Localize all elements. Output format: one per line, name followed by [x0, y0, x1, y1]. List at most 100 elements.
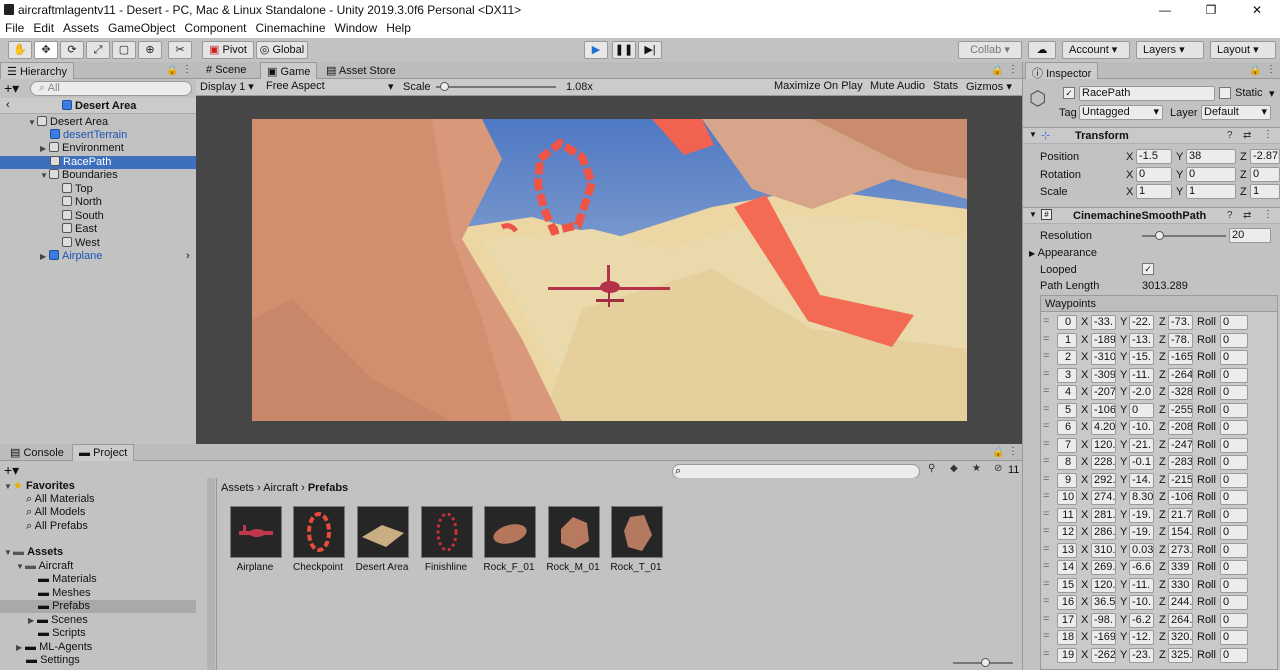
hierarchy-search-input[interactable]: ⌕ All: [30, 81, 192, 96]
waypoint-row[interactable]: = 11 X 281. Y -19. Z 21.7 Roll 0: [1023, 507, 1280, 524]
waypoint-x-field[interactable]: -106: [1091, 402, 1116, 418]
drag-handle-icon[interactable]: =: [1043, 438, 1049, 450]
menu-component[interactable]: Component: [179, 20, 250, 35]
waypoint-x-field[interactable]: -33.: [1091, 315, 1116, 330]
waypoint-roll-field[interactable]: 0: [1220, 332, 1248, 348]
tree-settings[interactable]: ▬ Settings: [0, 654, 196, 667]
waypoint-z-field[interactable]: -247: [1168, 437, 1193, 453]
account-dropdown[interactable]: Account ▾: [1062, 41, 1130, 59]
scale-slider[interactable]: [436, 86, 556, 88]
drag-handle-icon[interactable]: =: [1043, 490, 1049, 502]
rotation-y-field[interactable]: 0: [1186, 167, 1236, 182]
scale-x-field[interactable]: 1: [1136, 184, 1172, 199]
waypoint-z-field[interactable]: 330: [1168, 577, 1193, 593]
favorite-star-icon[interactable]: ★: [972, 463, 981, 474]
waypoint-row[interactable]: = 0 X -33. Y -22. Z -73. Roll 0: [1023, 314, 1280, 331]
gizmos-dropdown[interactable]: Gizmos ▾: [966, 80, 1012, 93]
waypoint-z-field[interactable]: -255: [1168, 402, 1193, 418]
tree-prefabs[interactable]: ▬ Prefabs: [0, 600, 196, 613]
expand-arrow-icon[interactable]: ▶: [40, 250, 49, 263]
waypoint-roll-field[interactable]: 0: [1220, 350, 1248, 365]
resolution-field[interactable]: 20: [1229, 228, 1271, 243]
menu-window[interactable]: Window: [330, 20, 382, 35]
expand-arrow-icon[interactable]: ▶: [1029, 249, 1035, 258]
waypoint-row[interactable]: = 1 X -189 Y -13. Z -78. Roll 0: [1023, 332, 1280, 349]
maximize-button[interactable]: ❐: [1188, 0, 1234, 20]
preset-icon[interactable]: ⇄: [1243, 210, 1251, 221]
object-name-input[interactable]: RacePath: [1079, 86, 1215, 101]
waypoint-x-field[interactable]: -98.: [1091, 612, 1116, 628]
waypoint-x-field[interactable]: -262: [1091, 647, 1116, 663]
waypoint-z-field[interactable]: -264: [1168, 367, 1193, 383]
prefab-thumb-desert-area[interactable]: [357, 506, 409, 558]
menu-icon[interactable]: ⋮: [1008, 446, 1018, 457]
tree-meshes[interactable]: ▬ Meshes: [0, 587, 196, 600]
menu-icon[interactable]: ⋮: [1008, 64, 1018, 75]
lock-icon[interactable]: 🔒: [991, 65, 1003, 76]
layer-dropdown[interactable]: Default ▾: [1201, 105, 1271, 120]
tree-scenes[interactable]: ▶ ▬ Scenes: [0, 614, 196, 627]
close-button[interactable]: ✕: [1234, 0, 1280, 20]
step-button[interactable]: ▶|: [638, 41, 662, 59]
tree-all-materials[interactable]: ⌕ All Materials: [0, 493, 196, 506]
drag-handle-icon[interactable]: =: [1043, 315, 1049, 327]
tag-dropdown[interactable]: Untagged ▾: [1079, 105, 1163, 120]
position-y-field[interactable]: 38: [1186, 149, 1236, 164]
drag-handle-icon[interactable]: =: [1043, 630, 1049, 642]
expand-arrow-icon[interactable]: ▼: [28, 116, 37, 129]
waypoint-roll-field[interactable]: 0: [1220, 402, 1248, 418]
static-dropdown[interactable]: ▾: [1269, 87, 1275, 100]
waypoint-roll-field[interactable]: 0: [1220, 560, 1248, 575]
position-z-field[interactable]: -2.875: [1250, 149, 1280, 164]
waypoint-roll-field[interactable]: 0: [1220, 420, 1248, 435]
chevron-right-icon[interactable]: ›: [186, 250, 190, 263]
waypoint-x-field[interactable]: 274.: [1091, 490, 1116, 505]
active-checkbox[interactable]: ✓: [1063, 87, 1075, 99]
tree-item-south[interactable]: South: [0, 210, 196, 223]
rotate-tool-icon[interactable]: ⟳: [60, 41, 84, 59]
waypoint-x-field[interactable]: -169: [1091, 630, 1116, 645]
maximize-on-play-toggle[interactable]: Maximize On Play: [774, 80, 863, 92]
tree-item-north[interactable]: North: [0, 196, 196, 209]
waypoint-z-field[interactable]: -78.: [1168, 332, 1193, 348]
scale-tool-icon[interactable]: ⤢: [86, 41, 110, 59]
expand-arrow-icon[interactable]: ▼: [4, 546, 13, 559]
tree-scripts[interactable]: ▬ Scripts: [0, 627, 196, 640]
waypoint-z-field[interactable]: 320.: [1168, 630, 1193, 645]
waypoint-roll-field[interactable]: 0: [1220, 490, 1248, 505]
waypoint-y-field[interactable]: 0: [1129, 402, 1154, 418]
help-icon[interactable]: ?: [1227, 130, 1233, 141]
layers-dropdown[interactable]: Layers ▾: [1136, 41, 1204, 59]
scale-z-field[interactable]: 1: [1250, 184, 1280, 199]
menu-icon[interactable]: ⋮: [182, 64, 192, 75]
waypoint-roll-field[interactable]: 0: [1220, 472, 1248, 488]
drag-handle-icon[interactable]: =: [1043, 455, 1049, 467]
tab-game[interactable]: ▣ Game: [260, 62, 318, 79]
drag-handle-icon[interactable]: =: [1043, 473, 1049, 485]
scale-slider-thumb[interactable]: [440, 82, 449, 91]
expand-arrow-icon[interactable]: ▼: [40, 169, 49, 182]
label-icon[interactable]: ◆: [950, 463, 958, 474]
tree-assets[interactable]: ▼▬ Assets: [0, 546, 196, 559]
waypoint-x-field[interactable]: 4.20: [1091, 420, 1116, 435]
waypoint-y-field[interactable]: -21.: [1129, 437, 1154, 453]
waypoint-roll-field[interactable]: 0: [1220, 525, 1248, 540]
tab-project[interactable]: ▬ Project: [72, 444, 135, 461]
prefab-thumb-airplane[interactable]: [230, 506, 282, 558]
rect-tool-icon[interactable]: ▢: [112, 41, 136, 59]
menu-file[interactable]: File: [0, 20, 28, 35]
waypoint-y-field[interactable]: -11.: [1129, 577, 1154, 593]
drag-handle-icon[interactable]: =: [1043, 420, 1049, 432]
tree-all-models[interactable]: ⌕ All Models: [0, 506, 196, 519]
hand-tool-icon[interactable]: ✋: [8, 41, 32, 59]
menu-cinemachine[interactable]: Cinemachine: [250, 20, 329, 35]
waypoint-y-field[interactable]: -22.: [1129, 315, 1154, 330]
waypoint-y-field[interactable]: -23.: [1129, 647, 1154, 663]
create-asset-button[interactable]: +▾: [4, 462, 19, 479]
drag-handle-icon[interactable]: =: [1043, 385, 1049, 397]
waypoint-row[interactable]: = 7 X 120. Y -21. Z -247 Roll 0: [1023, 437, 1280, 454]
waypoint-x-field[interactable]: 269.: [1091, 560, 1116, 575]
waypoint-row[interactable]: = 15 X 120. Y -11. Z 330 Roll 0: [1023, 577, 1280, 594]
waypoint-x-field[interactable]: 120.: [1091, 437, 1116, 453]
expand-arrow-icon[interactable]: ▼: [4, 480, 13, 493]
